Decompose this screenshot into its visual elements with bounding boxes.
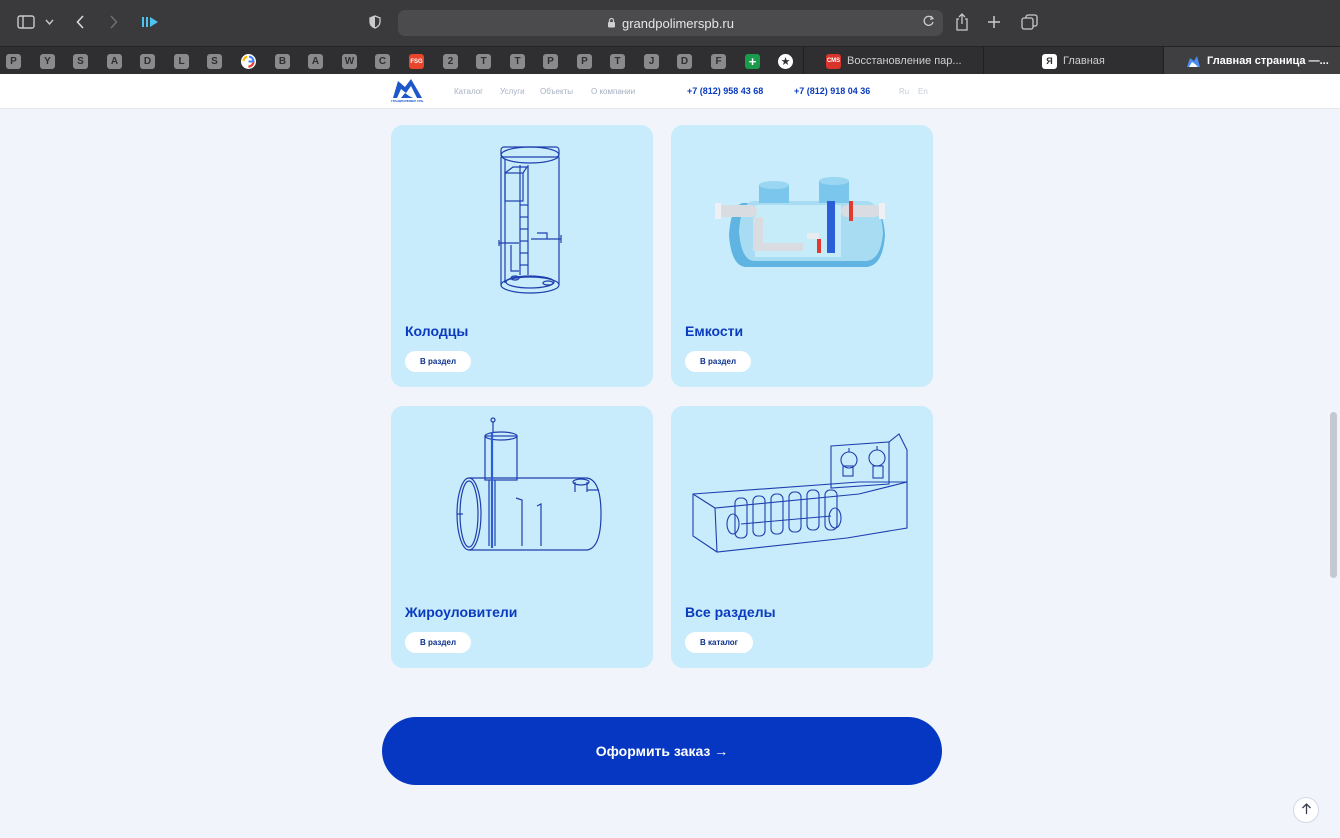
bookmark-item[interactable]: B <box>275 54 290 69</box>
share-icon[interactable] <box>953 11 971 33</box>
tab-label: Главная <box>1063 55 1105 67</box>
arrow-up-icon <box>1301 802 1312 818</box>
yandex-icon: Я <box>1042 53 1057 69</box>
card-title: Колодцы <box>405 323 469 339</box>
card-title: Жироуловители <box>405 604 518 620</box>
url-text: grandpolimerspb.ru <box>621 15 734 31</box>
tab-yandex-main[interactable]: Я Главная <box>983 47 1163 75</box>
lang-ru[interactable]: Ru <box>899 87 909 96</box>
card-title: Все разделы <box>685 604 776 620</box>
bookmark-item[interactable]: P <box>577 54 592 69</box>
reload-icon[interactable] <box>922 14 935 31</box>
cms-icon: CMS <box>826 53 841 69</box>
tab-label: Восстановление пар... <box>847 55 962 67</box>
bookmark-item[interactable]: FSG <box>409 54 424 69</box>
bookmark-item[interactable]: A <box>107 54 122 69</box>
section-button[interactable]: В раздел <box>685 351 752 372</box>
phone-secondary[interactable]: +7 (812) 918 04 36 <box>794 86 870 96</box>
site-header: ГРАНДПОЛИМЕР СПБ Каталог Услуги Объекты … <box>0 74 1340 109</box>
forward-icon[interactable] <box>105 11 121 33</box>
section-button[interactable]: В раздел <box>405 351 472 372</box>
bookmark-item[interactable]: P <box>543 54 558 69</box>
bookmark-item[interactable]: S <box>207 54 222 69</box>
bookmark-item[interactable]: + <box>745 54 760 69</box>
well-drawing-icon <box>391 125 653 315</box>
back-icon[interactable] <box>72 11 88 33</box>
lang-en[interactable]: En <box>918 87 928 96</box>
bookmark-item[interactable]: F <box>711 54 726 69</box>
nav-services[interactable]: Услуги <box>500 87 525 96</box>
phone-primary[interactable]: +7 (812) 958 43 68 <box>687 86 763 96</box>
section-button[interactable]: В раздел <box>405 632 472 653</box>
tab-restore-password[interactable]: CMS Восстановление пар... <box>803 47 983 75</box>
logo-text: ГРАНДПОЛИМЕР СПБ <box>391 99 424 103</box>
treatment-plant-drawing-icon <box>671 406 933 596</box>
bookmark-item[interactable]: P <box>6 54 21 69</box>
bookmark-item[interactable]: T <box>610 54 625 69</box>
catalog-button[interactable]: В каталог <box>685 632 754 653</box>
browser-toolbar: grandpolimerspb.ru <box>0 0 1340 46</box>
scroll-to-top-button[interactable] <box>1293 797 1319 823</box>
tab-overview-icon[interactable] <box>1019 11 1039 33</box>
category-card-wells[interactable]: Колодцы В раздел <box>391 125 653 387</box>
nav-about[interactable]: О компании <box>591 87 635 96</box>
bookmark-item[interactable]: D <box>140 54 155 69</box>
bookmark-item[interactable]: C <box>375 54 390 69</box>
privacy-shield-icon[interactable] <box>367 11 383 33</box>
new-tab-icon[interactable] <box>985 11 1003 33</box>
card-title: Емкости <box>685 323 744 339</box>
bookmark-item[interactable]: A <box>308 54 323 69</box>
lock-icon <box>607 16 616 31</box>
tab-label: Главная страница —... <box>1207 55 1329 67</box>
nav-objects[interactable]: Объекты <box>540 87 573 96</box>
bookmark-item[interactable]: L <box>174 54 189 69</box>
category-card-all-sections[interactable]: Все разделы В каталог <box>671 406 933 668</box>
bookmark-item[interactable]: Y <box>40 54 55 69</box>
bookmark-item[interactable]: T <box>510 54 525 69</box>
scrollbar-thumb[interactable] <box>1330 412 1337 578</box>
bookmark-item[interactable]: S <box>73 54 88 69</box>
nav-catalog[interactable]: Каталог <box>454 87 483 96</box>
category-card-tanks[interactable]: Емкости В раздел <box>671 125 933 387</box>
bookmark-item[interactable]: D <box>677 54 692 69</box>
tank-3d-icon <box>671 125 933 315</box>
bookmark-item[interactable]: T <box>476 54 491 69</box>
company-logo[interactable]: ГРАНДПОЛИМЕР СПБ <box>391 77 425 106</box>
bookmarks-bar: P Y S A D L S B A W C FSG 2 T T P P T J … <box>0 46 1340 75</box>
tab-home-page[interactable]: Главная страница —... <box>1163 47 1340 75</box>
bookmark-item[interactable]: J <box>644 54 659 69</box>
grease-trap-drawing-icon <box>391 406 653 596</box>
extension-icon[interactable] <box>140 11 160 33</box>
bookmark-item[interactable]: 2 <box>443 54 458 69</box>
sidebar-toggle-icon[interactable] <box>16 11 36 33</box>
bookmark-item[interactable]: ★ <box>778 54 793 69</box>
category-card-grease-traps[interactable]: Жироуловители В раздел <box>391 406 653 668</box>
site-logo-icon <box>1186 54 1201 69</box>
place-order-button[interactable]: Оформить заказ → <box>382 717 942 785</box>
bookmark-item[interactable]: W <box>342 54 357 69</box>
chevron-down-icon[interactable] <box>42 11 56 33</box>
address-bar[interactable]: grandpolimerspb.ru <box>398 10 943 36</box>
google-icon[interactable] <box>241 54 256 69</box>
